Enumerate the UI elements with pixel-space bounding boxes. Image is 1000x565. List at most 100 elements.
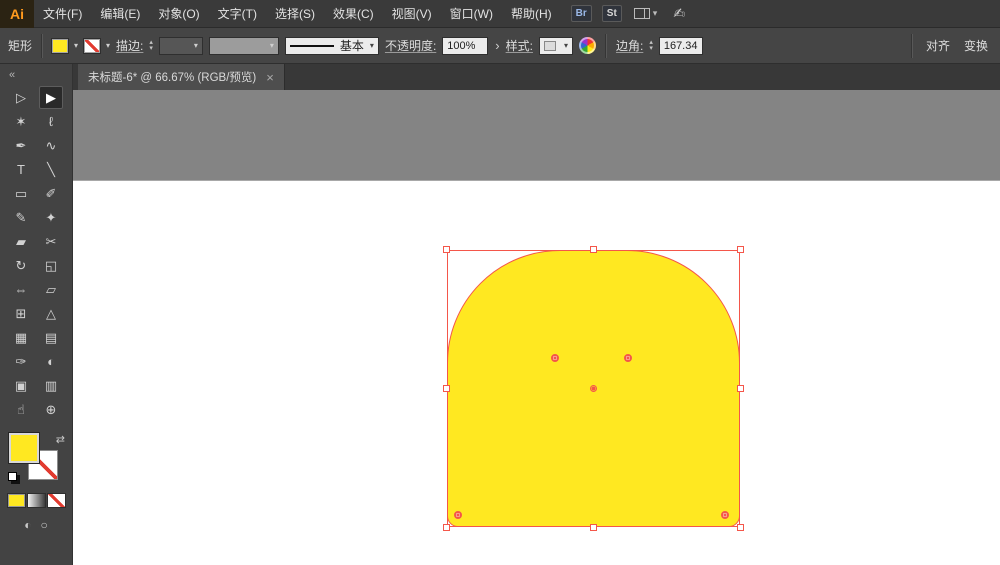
menu-item-help[interactable]: 帮助(H)	[502, 0, 561, 27]
handle-bottom-middle[interactable]	[590, 524, 597, 531]
menu-item-edit[interactable]: 编辑(E)	[91, 0, 149, 27]
swap-fill-stroke-icon[interactable]: ⇄	[56, 433, 65, 446]
handle-middle-right[interactable]	[737, 385, 744, 392]
menu-item-object[interactable]: 对象(O)	[149, 0, 208, 27]
hand-tool[interactable]: ☝	[9, 398, 33, 421]
fill-caret-icon[interactable]: ▾	[74, 41, 78, 50]
pen-tool[interactable]: ✒	[9, 134, 33, 157]
stepper-down-icon[interactable]: ▾	[649, 45, 653, 52]
mesh-tool[interactable]: ▦	[9, 326, 33, 349]
tool-icon: ╲	[47, 161, 55, 177]
width-tool[interactable]: ⇔	[9, 278, 33, 301]
graph-tool[interactable]: ▥	[39, 374, 63, 397]
stroke-color-swatch[interactable]	[84, 38, 101, 53]
pencil-tool[interactable]: ✎	[9, 206, 33, 229]
handle-bottom-right[interactable]	[737, 524, 744, 531]
brush-definition-dropdown[interactable]: 基本 ▾	[284, 36, 379, 55]
color-button[interactable]	[6, 493, 26, 508]
selection-tool[interactable]: ▶	[39, 86, 63, 109]
draw-normal-mode-icon[interactable]: ○	[41, 518, 48, 532]
workspace-switcher-icon[interactable]	[633, 8, 650, 19]
dropdown-caret-icon: ▾	[269, 40, 274, 50]
document-tab[interactable]: 未标题-6* @ 66.67% (RGB/预览) ×	[78, 64, 285, 90]
stroke-weight-stepper[interactable]: ▴ ▾	[149, 39, 153, 52]
direct-selection-tool[interactable]: ▷	[9, 86, 33, 109]
stroke-weight-dropdown[interactable]: ▾	[158, 36, 203, 55]
paintbrush-tool[interactable]: ✐	[39, 182, 63, 205]
stroke-caret-icon[interactable]: ▾	[106, 41, 110, 50]
menu-item-select[interactable]: 选择(S)	[266, 0, 324, 27]
scale-tool[interactable]: ◱	[39, 254, 63, 277]
menu-item-file[interactable]: 文件(F)	[34, 0, 91, 27]
shaper-tool[interactable]: ✦	[39, 206, 63, 229]
shape-center-point[interactable]	[590, 385, 597, 392]
free-transform-tool[interactable]: ▱	[39, 278, 63, 301]
zoom-tool[interactable]: ⊕	[39, 398, 63, 421]
tool-icon: ▣	[14, 377, 28, 393]
menu-item-window[interactable]: 窗口(W)	[441, 0, 502, 27]
fill-indicator-swatch[interactable]	[9, 433, 39, 463]
opacity-panel-chevron-icon[interactable]: ›	[495, 38, 499, 53]
fill-color-swatch[interactable]	[52, 38, 69, 53]
variable-width-profile-dropdown[interactable]: ▾	[208, 36, 279, 55]
default-fill-stroke-icon[interactable]	[8, 472, 17, 481]
opacity-label[interactable]: 不透明度:	[385, 37, 436, 54]
close-tab-icon[interactable]: ×	[266, 70, 274, 85]
opacity-input[interactable]: 100%	[442, 36, 489, 55]
align-button[interactable]: 对齐	[922, 35, 954, 56]
shape-builder-tool[interactable]: ⊞	[9, 302, 33, 325]
tool-icon: ◐	[47, 354, 55, 369]
rotate-tool[interactable]: ↻	[9, 254, 33, 277]
tool-icon: ⇔	[14, 282, 28, 297]
handle-top-right[interactable]	[737, 246, 744, 253]
tool-icon: T	[17, 162, 25, 177]
corner-radius-input[interactable]: 167.34	[658, 36, 703, 55]
touch-workspace-icon[interactable]: ✍	[673, 5, 685, 22]
type-tool[interactable]: T	[9, 158, 33, 181]
gradient-button[interactable]	[26, 493, 46, 508]
collapse-panel-button[interactable]: «	[0, 64, 24, 84]
rectangle-tool[interactable]: ▭	[9, 182, 33, 205]
gradient-tool[interactable]: ▤	[39, 326, 63, 349]
menu-item-view[interactable]: 视图(V)	[383, 0, 441, 27]
line-segment-tool[interactable]: ╲	[39, 158, 63, 181]
stepper-down-icon[interactable]: ▾	[149, 45, 153, 52]
eraser-tool[interactable]: ▰	[9, 230, 33, 253]
corner-widget-bottom-right[interactable]	[721, 511, 729, 519]
scissors-tool[interactable]: ✂	[39, 230, 63, 253]
corner-widget-top-left[interactable]	[551, 354, 559, 362]
drawing-modes: ◐ ○	[24, 518, 48, 532]
handle-middle-left[interactable]	[443, 385, 450, 392]
tool-icon: ✦	[45, 209, 57, 225]
screen-mode-icon[interactable]: ◐	[24, 518, 31, 532]
curvature-tool[interactable]: ∿	[39, 134, 63, 157]
blend-tool[interactable]: ◐	[39, 350, 63, 373]
stock-button[interactable]: St	[601, 5, 622, 22]
tool-icon: ✒	[15, 137, 27, 153]
artboard-tool[interactable]: ▣	[9, 374, 33, 397]
lasso-tool[interactable]: ℓ	[39, 110, 63, 133]
main-menu: 文件(F) 编辑(E) 对象(O) 文字(T) 选择(S) 效果(C) 视图(V…	[34, 0, 561, 27]
stroke-weight-label[interactable]: 描边:	[116, 37, 143, 54]
handle-top-left[interactable]	[443, 246, 450, 253]
corner-radius-stepper[interactable]: ▴ ▾	[649, 39, 653, 52]
transform-button[interactable]: 变换	[960, 35, 992, 56]
style-label[interactable]: 样式:	[506, 37, 533, 54]
corner-widget-bottom-left[interactable]	[454, 511, 462, 519]
recolor-artwork-button[interactable]	[578, 37, 596, 54]
menu-item-type[interactable]: 文字(T)	[209, 0, 266, 27]
corner-label[interactable]: 边角:	[616, 37, 643, 54]
eyedropper-tool[interactable]: ✑	[9, 350, 33, 373]
graphic-style-dropdown[interactable]: ▾	[538, 36, 573, 55]
none-button[interactable]	[46, 493, 66, 508]
workspace-caret-icon[interactable]: ▾	[653, 8, 658, 19]
magic-wand-tool[interactable]: ✶	[9, 110, 33, 133]
bridge-button[interactable]: Br	[570, 5, 592, 22]
perspective-grid-tool[interactable]: △	[39, 302, 63, 325]
handle-bottom-left[interactable]	[443, 524, 450, 531]
tool-icon: ✶	[15, 113, 27, 129]
corner-widget-top-right[interactable]	[624, 354, 632, 362]
handle-top-middle[interactable]	[590, 246, 597, 253]
menu-item-effect[interactable]: 效果(C)	[324, 0, 383, 27]
tool-icon: ↻	[15, 257, 27, 273]
